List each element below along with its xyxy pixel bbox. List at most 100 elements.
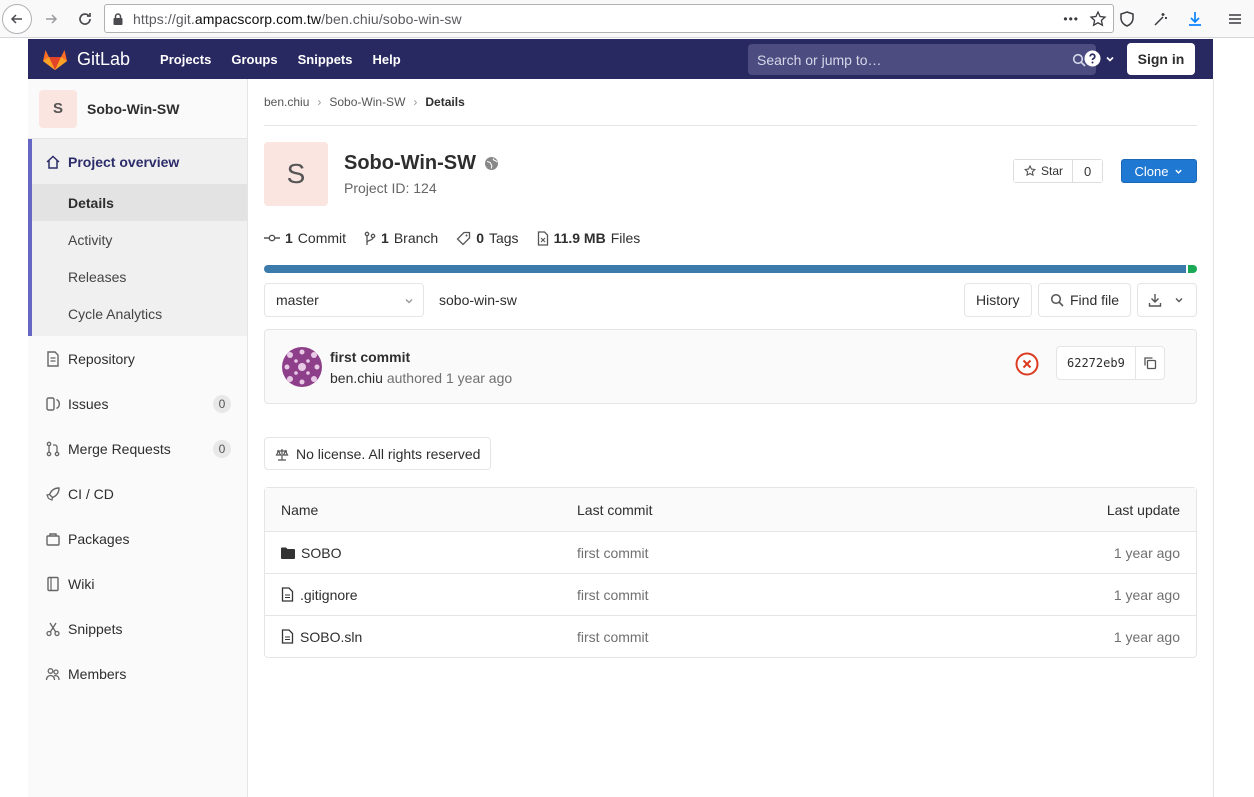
sidebar-sub-cycle-analytics[interactable]: Cycle Analytics [32,295,247,332]
sidebar-item-merge-requests[interactable]: Merge Requests 0 [28,426,247,471]
forward-button[interactable] [36,4,66,34]
page-title: Sobo-Win-SW [344,152,499,175]
language-segment[interactable] [1187,265,1197,273]
reload-button[interactable] [70,4,100,34]
tree-controls: master sobo-win-sw History Find file [264,283,1197,317]
copy-sha-button[interactable] [1136,347,1164,379]
merge-icon [44,441,62,457]
column-header-last-commit: Last commit [577,501,653,518]
sidebar-item-label: Wiki [68,575,95,592]
star-button[interactable]: Star [1014,160,1074,182]
stat-commits[interactable]: 1 Commit [264,230,346,246]
shield-button[interactable] [1110,4,1144,34]
sidebar-item-wiki[interactable]: Wiki [28,561,247,606]
sidebar-sub-activity[interactable]: Activity [32,221,247,258]
stat-label: Branch [393,230,439,246]
branch-icon [364,231,376,246]
nav-projects[interactable]: Projects [160,52,211,67]
table-row[interactable]: SOBO first commit 1 year ago [265,531,1196,573]
shield-icon [1118,10,1136,28]
table-row[interactable]: SOBO.sln first commit 1 year ago [265,615,1196,657]
commit-author-link[interactable]: ben.chiu [330,370,383,386]
table-row[interactable]: .gitignore first commit 1 year ago [265,573,1196,615]
menu-button[interactable] [1218,4,1252,34]
wand-icon [1152,10,1170,28]
branch-selector[interactable]: master [264,283,424,317]
download-dropdown-button[interactable] [1137,283,1197,317]
file-last-update: 1 year ago [1113,544,1180,561]
stat-branches[interactable]: 1 Branch [364,230,438,246]
file-last-update: 1 year ago [1113,586,1180,603]
file-name[interactable]: .gitignore [281,587,358,603]
pipeline-failed-icon[interactable] [1015,352,1039,376]
file-last-commit[interactable]: first commit [577,629,649,645]
sidebar-item-label: Issues [68,395,109,412]
branch-name: master [276,292,319,308]
download-icon [1148,293,1162,307]
file-last-commit[interactable]: first commit [577,587,649,603]
license-button[interactable]: No license. All rights reserved [264,437,492,470]
chevron-down-icon [1105,54,1115,64]
file-last-commit[interactable]: first commit [577,545,649,561]
clone-button[interactable]: Clone [1121,159,1197,183]
language-segment[interactable] [264,265,1186,273]
gitlab-logo[interactable]: GitLab [42,47,130,71]
url-bar[interactable]: https://git.ampacscorp.com.tw/ben.chiu/s… [104,4,1114,33]
project-stats: 1 Commit 1 Branch 0 Tags 11.9 MB Files [264,215,1197,261]
star-count[interactable]: 0 [1073,160,1103,182]
sidebar-item-repository[interactable]: Repository [28,336,247,381]
repo-path-link[interactable]: sobo-win-sw [439,292,517,308]
bookmark-star-icon[interactable] [1089,9,1107,28]
sidebar-item-label: CI / CD [68,485,114,502]
nav-help[interactable]: Help [373,52,401,67]
sign-in-button[interactable]: Sign in [1127,43,1195,75]
file-name[interactable]: SOBO.sln [281,629,362,645]
stat-files[interactable]: 11.9 MB Files [537,230,640,246]
sidebar-sub-details[interactable]: Details [32,184,247,221]
gitlab-wordmark: GitLab [77,48,131,69]
tanuki-icon [42,47,68,71]
sidebar-item-project-overview[interactable]: Project overview [32,139,247,184]
search-input[interactable]: Search or jump to… [748,44,1096,75]
sidebar-sub-releases[interactable]: Releases [32,258,247,295]
project-avatar-small: S [39,89,77,128]
sidebar-item-ci-cd[interactable]: CI / CD [28,471,247,516]
page-actions-button[interactable]: ••• [1063,12,1079,26]
sidebar-item-packages[interactable]: Packages [28,516,247,561]
chevron-down-icon [404,296,414,306]
commit-title-link[interactable]: first commit [330,349,410,365]
find-file-label: Find file [1070,292,1120,308]
stat-tags[interactable]: 0 Tags [456,230,519,246]
sidebar-project-name: Sobo-Win-SW [87,100,180,117]
issues-icon [44,396,62,412]
help-dropdown[interactable] [1084,50,1115,67]
package-icon [44,531,62,547]
question-icon [1084,50,1101,67]
breadcrumb-user[interactable]: ben.chiu [264,95,309,109]
commit-sha-group: 62272eb9 [1056,346,1165,380]
breadcrumb-project[interactable]: Sobo-Win-SW [329,95,405,109]
back-button[interactable] [2,3,32,34]
history-button[interactable]: History [964,283,1032,317]
chevron-down-icon [1174,167,1183,176]
commit-meta: ben.chiu authored 1 year ago [330,370,512,386]
project-avatar: S [264,142,328,206]
last-commit-box: first commit ben.chiu authored 1 year ag… [264,329,1197,404]
stat-number: 1 [381,230,389,246]
downloads-button[interactable] [1178,4,1212,34]
author-avatar[interactable] [282,347,322,387]
globe-icon [484,156,499,171]
users-icon [44,666,62,682]
file-name[interactable]: SOBO [281,545,341,561]
sidebar-item-snippets[interactable]: Snippets [28,606,247,651]
sidebar-item-members[interactable]: Members [28,651,247,696]
magic-button[interactable] [1144,4,1178,34]
chevron-right-icon: › [317,95,322,109]
nav-snippets[interactable]: Snippets [298,52,353,67]
sidebar-item-issues[interactable]: Issues 0 [28,381,247,426]
commit-sha-link[interactable]: 62272eb9 [1057,347,1136,379]
breadcrumb-current[interactable]: Details [425,95,464,109]
nav-groups[interactable]: Groups [231,52,277,67]
find-file-button[interactable]: Find file [1038,283,1132,317]
sidebar-project-header[interactable]: S Sobo-Win-SW [28,79,247,139]
